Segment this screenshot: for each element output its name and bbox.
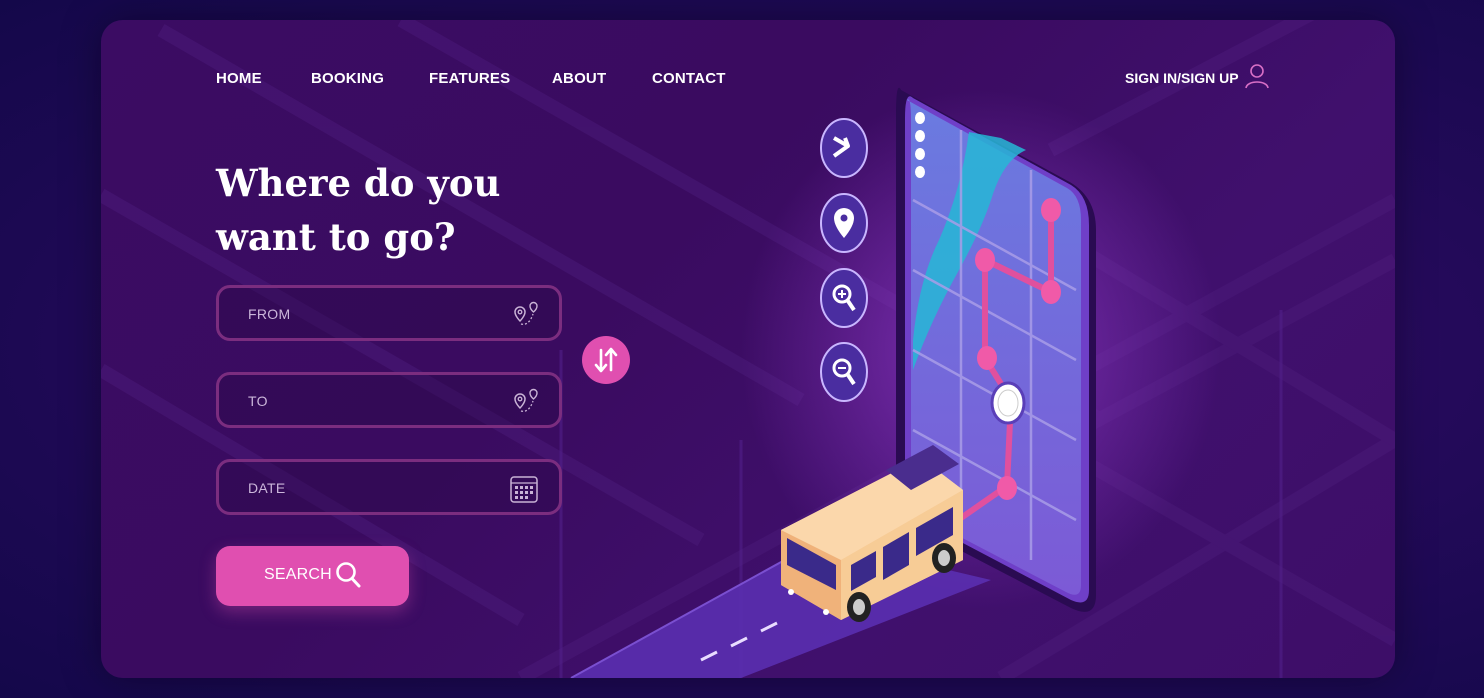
hero-card: HOME BOOKING FEATURES ABOUT CONTACT SIGN… [101, 20, 1395, 678]
bus-route-illustration [570, 87, 1221, 678]
